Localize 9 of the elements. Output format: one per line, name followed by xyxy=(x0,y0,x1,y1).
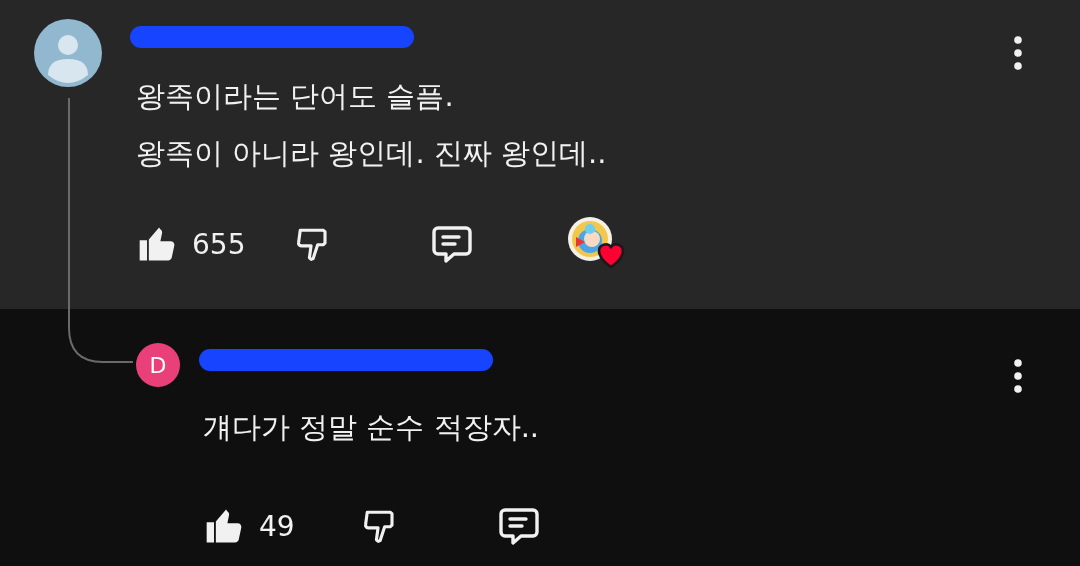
avatar-icon[interactable] xyxy=(34,19,102,87)
comment-text: 왕족이라는 단어도 슬픔. xyxy=(136,78,455,115)
like-count: 49 xyxy=(259,509,296,543)
more-options-icon[interactable] xyxy=(1014,36,1022,70)
comment-text: 왕족이 아니라 왕인데. 진짜 왕인데.. xyxy=(136,135,608,172)
comment-text: 걔다가 정말 순수 적장자.. xyxy=(203,409,541,446)
more-options-icon[interactable] xyxy=(1014,359,1022,393)
user-avatar[interactable]: D xyxy=(136,343,180,387)
like-count: 655 xyxy=(192,227,247,261)
